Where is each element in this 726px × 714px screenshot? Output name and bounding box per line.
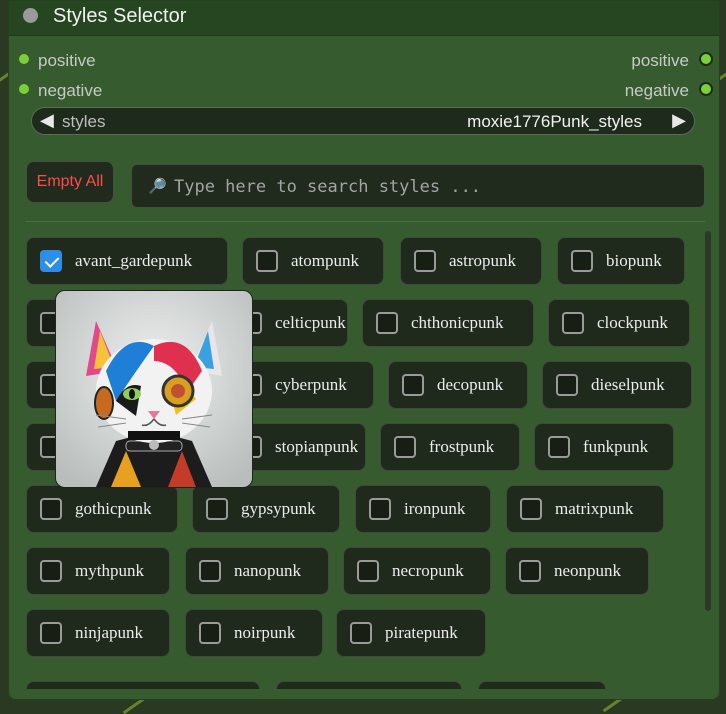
style-option-label: decopunk [437,375,504,394]
style-option[interactable] [276,681,462,689]
style-option-label: piratepunk [385,623,458,642]
style-option[interactable]: noirpunk [185,609,323,657]
style-checkbox[interactable] [357,560,379,582]
style-option[interactable]: clockpunk [548,299,690,347]
empty-all-button[interactable]: Empty All [26,161,114,203]
style-checkbox[interactable] [40,622,62,644]
styles-combo[interactable]: ◀ styles moxie1776Punk_styles ▶ [31,107,695,135]
input-slot-negative-icon[interactable] [19,84,29,94]
style-checkbox[interactable] [199,560,221,582]
style-option-label: noirpunk [234,623,296,642]
style-option-label: avant_gardepunk [75,251,193,270]
input-label-positive: positive [38,51,96,70]
scrollbar-thumb[interactable] [705,231,711,611]
style-option-label: funkpunk [583,437,649,456]
combo-label: styles [62,112,106,131]
style-option[interactable]: neonpunk [505,547,649,595]
magnifier-icon: 🔎 [148,178,167,195]
style-option-label: frostpunk [429,437,495,456]
style-checkbox[interactable] [414,250,436,272]
style-checkbox[interactable] [519,560,541,582]
style-option-label: necropunk [392,561,464,580]
style-option-label: atompunk [291,251,359,270]
style-checkbox[interactable] [199,622,221,644]
style-checkbox[interactable] [376,312,398,334]
style-option[interactable]: atompunk [242,237,384,285]
style-option[interactable]: ironpunk [355,485,491,533]
style-option-label: gothicpunk [75,499,152,518]
style-option-label: gypsypunk [241,499,316,518]
style-option[interactable]: matrixpunk [506,485,664,533]
search-placeholder: Type here to search styles ... [174,177,482,197]
style-option[interactable]: astropunk [400,237,542,285]
style-option-label: neonpunk [554,561,622,580]
style-checkbox[interactable] [548,436,570,458]
style-checkbox[interactable] [256,250,278,272]
style-option-label: celticpunk [275,313,346,332]
style-checkbox[interactable] [556,374,578,396]
style-option[interactable]: piratepunk [336,609,486,657]
style-checkbox[interactable] [571,250,593,272]
style-option[interactable] [478,681,606,689]
style-option[interactable]: nanopunk [185,547,329,595]
style-option-label: chthonicpunk [411,313,504,332]
output-label-positive: positive [631,51,689,70]
style-checkbox[interactable] [40,250,62,272]
style-option[interactable]: gypsypunk [192,485,340,533]
style-option-label: ninjapunk [75,623,143,642]
style-option[interactable]: frostpunk [380,423,520,471]
style-option-label: astropunk [449,251,517,270]
style-option[interactable] [26,681,260,689]
style-option[interactable]: mythpunk [26,547,170,595]
style-option[interactable]: chthonicpunk [362,299,534,347]
search-field[interactable]: 🔎 Type here to search styles ... [131,164,705,208]
style-option[interactable]: gothicpunk [26,485,178,533]
style-option[interactable]: ninjapunk [26,609,170,657]
cat-portrait-illustration [56,291,252,487]
style-option-label: cyberpunk [275,375,347,394]
output-label-negative: negative [624,81,689,100]
style-checkbox[interactable] [402,374,424,396]
style-option-label: stopianpunk [275,437,359,456]
style-checkbox[interactable] [369,498,391,520]
style-preview-image [55,290,253,488]
combo-value: moxie1776Punk_styles [467,112,642,131]
triangle-right-icon[interactable]: ▶ [672,110,686,131]
triangle-left-icon[interactable]: ◀ [40,110,54,131]
style-checkbox[interactable] [350,622,372,644]
style-option-label: clockpunk [597,313,668,332]
node-title: Styles Selector [53,5,187,27]
style-option[interactable]: avant_gardepunk [26,237,228,285]
style-checkbox[interactable] [206,498,228,520]
node-titlebar[interactable]: Styles Selector [9,1,719,36]
output-slot-negative-icon[interactable] [699,82,713,96]
style-option-label: matrixpunk [555,499,634,518]
style-option[interactable]: biopunk [557,237,685,285]
style-option[interactable]: dieselpunk [542,361,692,409]
style-option[interactable]: necropunk [343,547,491,595]
input-label-negative: negative [38,81,103,100]
style-option[interactable]: decopunk [388,361,528,409]
output-slot-positive-icon[interactable] [699,52,713,66]
divider [25,221,705,222]
style-option[interactable]: funkpunk [534,423,674,471]
input-slot-positive-icon[interactable] [19,54,29,64]
style-checkbox[interactable] [40,498,62,520]
style-checkbox[interactable] [40,560,62,582]
style-option-label: dieselpunk [591,375,665,394]
style-option-label: mythpunk [75,561,144,580]
style-checkbox[interactable] [562,312,584,334]
style-option-label: nanopunk [234,561,302,580]
scrollbar[interactable] [705,227,713,689]
style-option-label: ironpunk [404,499,466,518]
style-checkbox[interactable] [394,436,416,458]
style-checkbox[interactable] [520,498,542,520]
collapse-dot-icon[interactable] [23,8,38,23]
style-option-label: biopunk [606,251,662,270]
